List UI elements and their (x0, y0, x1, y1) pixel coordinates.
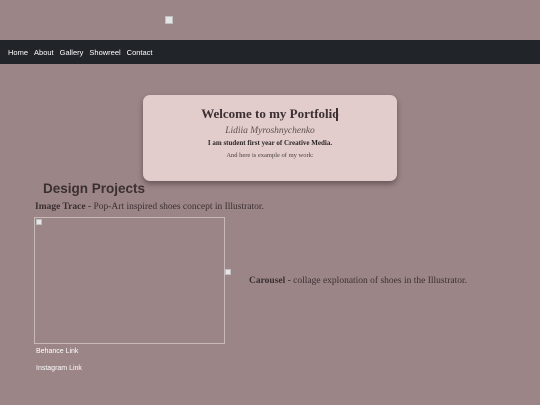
welcome-card: Welcome to my Portfolio Lidiia Myroshnyc… (143, 95, 397, 181)
typing-cursor (336, 108, 338, 121)
welcome-subtitle: I am student first year of Creative Medi… (207, 139, 333, 147)
broken-image-icon (225, 269, 231, 275)
nav-link-about[interactable]: About (34, 48, 54, 57)
nav-link-showreel[interactable]: Showreel (89, 48, 120, 57)
author-name: Lidiia Myroshnychenko (225, 126, 315, 136)
section-heading: Design Projects (43, 181, 146, 196)
instagram-link[interactable]: Instagram Link (36, 365, 82, 372)
nav-link-contact[interactable]: Contact (127, 48, 153, 57)
image-trace-image (34, 217, 225, 344)
navbar: Home About Gallery Showreel Contact (0, 40, 540, 64)
image-trace-description: Pop-Art inspired shoes concept in Illust… (93, 202, 264, 212)
page: Home About Gallery Showreel Contact Welc… (0, 0, 540, 405)
carousel-caption: Carousel - collage explonation of shoes … (249, 276, 467, 286)
welcome-title: Welcome to my Portfolio (201, 106, 339, 121)
behance-link[interactable]: Behance Link (36, 348, 78, 355)
carousel-title: Carousel - (249, 276, 291, 286)
welcome-example-text: And here is example of my work: (226, 152, 314, 159)
nav-link-home[interactable]: Home (8, 48, 28, 57)
nav-link-gallery[interactable]: Gallery (60, 48, 84, 57)
image-trace-caption: Image Trace - Pop-Art inspired shoes con… (35, 202, 264, 212)
broken-image-icon (36, 219, 42, 225)
carousel-description: collage explonation of shoes in the Illu… (293, 276, 468, 286)
broken-image-icon (165, 16, 173, 24)
image-trace-title: Image Trace - (35, 202, 92, 212)
